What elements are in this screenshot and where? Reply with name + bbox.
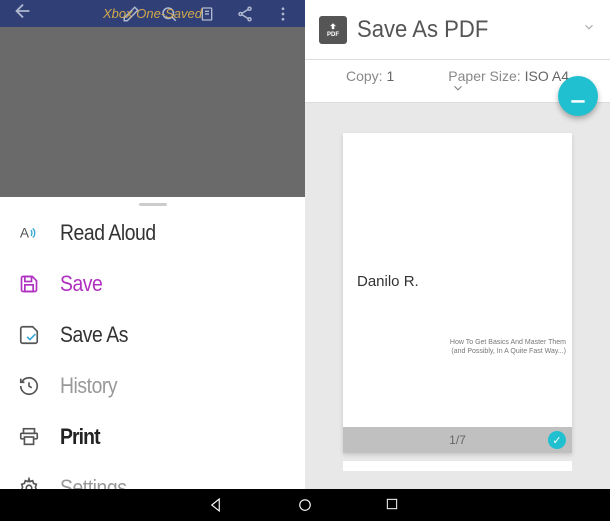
back-button[interactable] bbox=[12, 0, 34, 27]
menu-history[interactable]: History bbox=[0, 361, 305, 412]
editor-toolbar: Xbox One-Saved bbox=[0, 0, 305, 27]
page-selected-check-icon[interactable]: ✓ bbox=[548, 431, 566, 449]
copies-value: 1 bbox=[387, 68, 395, 84]
page-indicator-bar: 1/7 ✓ bbox=[343, 427, 572, 453]
save-icon bbox=[16, 271, 42, 297]
menu-label: Save bbox=[60, 271, 102, 297]
android-navbar bbox=[0, 489, 610, 521]
menu-label: Read Aloud bbox=[60, 220, 156, 246]
page-indicator: 1/7 bbox=[449, 433, 466, 447]
expand-options-icon[interactable] bbox=[451, 81, 465, 100]
nav-recents-button[interactable] bbox=[384, 496, 402, 514]
nav-back-button[interactable] bbox=[208, 496, 226, 514]
history-icon bbox=[16, 373, 42, 399]
print-dialog-panel: PDF Save As PDF Copy: 1 Paper Size: ISO … bbox=[305, 0, 610, 489]
menu-label: History bbox=[60, 373, 117, 399]
menu-read-aloud[interactable]: A Read Aloud bbox=[0, 208, 305, 259]
document-title: Xbox One-Saved bbox=[103, 6, 202, 21]
svg-text:A: A bbox=[20, 226, 30, 241]
menu-save-as[interactable]: Save As bbox=[0, 310, 305, 361]
destination-selector[interactable]: PDF Save As PDF bbox=[305, 0, 610, 60]
menu-label: Print bbox=[60, 424, 100, 450]
svg-text:PDF: PDF bbox=[574, 92, 584, 98]
copies-label: Copy: bbox=[346, 68, 383, 84]
save-pdf-fab[interactable]: PDF bbox=[558, 76, 598, 116]
page-subtitle-text: How To Get Basics And Master Them (and P… bbox=[450, 338, 566, 356]
paper-size-option[interactable]: Paper Size: ISO A4 bbox=[448, 68, 569, 84]
menu-print[interactable]: Print bbox=[0, 412, 305, 463]
page-preview-area: Danilo R. How To Get Basics And Master T… bbox=[305, 103, 610, 489]
next-page-peek[interactable] bbox=[343, 461, 572, 471]
more-menu-icon[interactable] bbox=[273, 4, 293, 24]
share-icon[interactable] bbox=[235, 4, 255, 24]
menu-label: Save As bbox=[60, 322, 128, 348]
chevron-down-icon bbox=[582, 20, 596, 39]
page-author-text: Danilo R. bbox=[357, 273, 419, 290]
nav-home-button[interactable] bbox=[296, 496, 314, 514]
copies-option[interactable]: Copy: 1 bbox=[346, 68, 394, 84]
document-canvas[interactable] bbox=[0, 27, 305, 197]
document-editor-panel: Xbox One-Saved bbox=[0, 0, 305, 489]
page-thumbnail[interactable]: Danilo R. How To Get Basics And Master T… bbox=[343, 133, 572, 453]
print-icon bbox=[16, 424, 42, 450]
pdf-badge-icon: PDF bbox=[319, 16, 347, 44]
drawer-handle[interactable] bbox=[0, 197, 305, 208]
menu-save[interactable]: Save bbox=[0, 259, 305, 310]
save-as-icon bbox=[16, 322, 42, 348]
read-aloud-icon: A bbox=[16, 220, 42, 246]
file-menu: A Read Aloud Save Save As Hist bbox=[0, 208, 305, 514]
destination-title: Save As PDF bbox=[357, 16, 488, 44]
